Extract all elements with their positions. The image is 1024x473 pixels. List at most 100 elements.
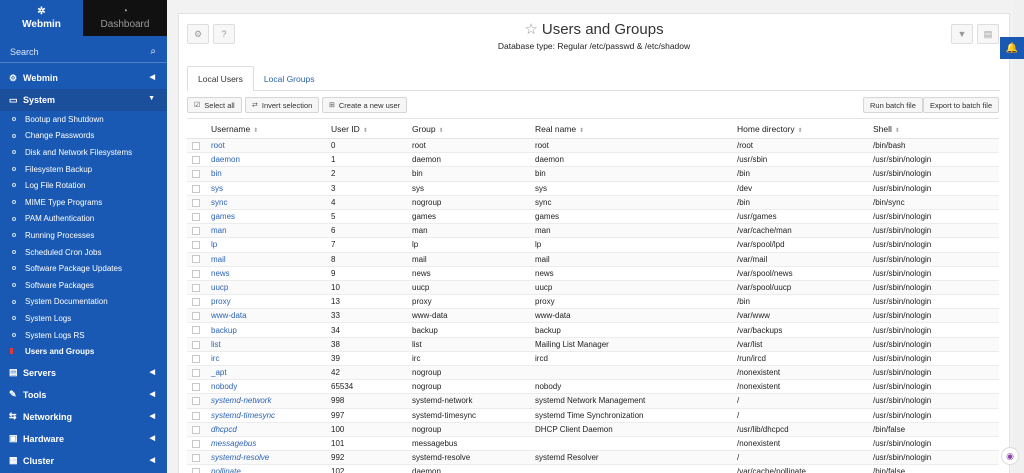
sidebar-item-label: System Documentation bbox=[25, 297, 108, 307]
table-body: root 0 root root/root/bin/bash daemon 1 daemon… bbox=[187, 138, 999, 473]
column-header[interactable]: Username ⬍ bbox=[209, 118, 329, 139]
search-icon[interactable]: ⌕ bbox=[150, 46, 156, 57]
tab-local-groups[interactable]: Local Groups bbox=[254, 66, 325, 91]
select-all-button[interactable]: ☑ Select all bbox=[187, 97, 242, 113]
cell-realname: www-data bbox=[533, 308, 735, 324]
sidebar-category[interactable]: ▦ Cluster ◀ bbox=[0, 450, 167, 472]
column-header[interactable]: Real name ⬍ bbox=[533, 118, 735, 139]
row-checkbox-cell bbox=[187, 252, 209, 267]
row-checkbox[interactable] bbox=[192, 454, 200, 463]
username-link[interactable]: systemd-network bbox=[209, 393, 329, 409]
row-checkbox[interactable] bbox=[192, 340, 200, 349]
username-link[interactable]: www-data bbox=[209, 308, 329, 324]
username-link[interactable]: daemon bbox=[209, 152, 329, 168]
filter-button[interactable]: ▼ bbox=[951, 24, 973, 44]
username-link[interactable]: lp bbox=[209, 237, 329, 253]
username-link[interactable]: dhcpcd bbox=[209, 422, 329, 437]
sidebar-category[interactable]: ▣ Hardware ◀ bbox=[0, 428, 167, 450]
row-checkbox[interactable] bbox=[192, 198, 200, 207]
sidebar-item-label: PAM Authentication bbox=[25, 214, 95, 224]
tab-local-users[interactable]: Local Users bbox=[187, 66, 254, 91]
username-link[interactable]: _apt bbox=[209, 365, 329, 381]
sidebar-item[interactable]: Scheduled Cron Jobs bbox=[0, 244, 167, 261]
sidebar-item[interactable]: System Documentation bbox=[0, 294, 167, 311]
sidebar-item[interactable]: System Logs RS bbox=[0, 327, 167, 344]
sidebar-category[interactable]: ⇆ Networking ◀ bbox=[0, 406, 167, 428]
sidebar-item[interactable]: MIME Type Programs bbox=[0, 194, 167, 211]
storage-button[interactable]: ▤ bbox=[977, 24, 999, 44]
username-link[interactable]: games bbox=[209, 209, 329, 225]
row-checkbox[interactable] bbox=[192, 411, 200, 420]
sidebar-category-webmin[interactable]: ⚙ Webmin ◀ bbox=[0, 67, 167, 89]
sidebar-item[interactable]: Users and Groups bbox=[0, 343, 167, 360]
row-checkbox[interactable] bbox=[192, 326, 200, 335]
page-scrollbar[interactable] bbox=[1013, 0, 1024, 473]
sidebar-category[interactable]: ✎ Tools ◀ bbox=[0, 384, 167, 406]
sidebar-item[interactable]: Log File Rotation bbox=[0, 177, 167, 194]
tab-webmin[interactable]: ✲ Webmin bbox=[0, 0, 83, 36]
username-link[interactable]: list bbox=[209, 337, 329, 352]
sidebar-item[interactable]: System Logs bbox=[0, 310, 167, 327]
sidebar-item[interactable]: Software Packages bbox=[0, 277, 167, 294]
row-checkbox[interactable] bbox=[192, 298, 200, 307]
row-checkbox[interactable] bbox=[192, 383, 200, 392]
username-link[interactable]: mail bbox=[209, 252, 329, 267]
username-link[interactable]: systemd-resolve bbox=[209, 450, 329, 466]
run-batch-button[interactable]: Run batch file bbox=[863, 97, 923, 113]
tab-dashboard[interactable]: ◔ Dashboard bbox=[83, 0, 167, 36]
row-checkbox[interactable] bbox=[192, 425, 200, 434]
sidebar-item-label: Scheduled Cron Jobs bbox=[25, 247, 102, 257]
sidebar-item[interactable]: Software Package Updates bbox=[0, 260, 167, 277]
username-link[interactable]: irc bbox=[209, 351, 329, 367]
username-link[interactable]: root bbox=[209, 138, 329, 154]
row-checkbox[interactable] bbox=[192, 156, 200, 165]
row-checkbox[interactable] bbox=[192, 184, 200, 193]
username-link[interactable]: bin bbox=[209, 166, 329, 182]
username-link[interactable]: proxy bbox=[209, 294, 329, 310]
row-checkbox[interactable] bbox=[192, 241, 200, 250]
username-link[interactable]: news bbox=[209, 266, 329, 281]
sidebar-item[interactable]: PAM Authentication bbox=[0, 211, 167, 228]
cell-home: /var/cache/pollinate bbox=[735, 464, 871, 473]
sidebar-item[interactable]: Bootup and Shutdown bbox=[0, 111, 167, 128]
sidebar-item[interactable]: Change Passwords bbox=[0, 128, 167, 145]
row-checkbox[interactable] bbox=[192, 227, 200, 236]
username-link[interactable]: sys bbox=[209, 181, 329, 196]
sidebar-item[interactable]: Disk and Network Filesystems bbox=[0, 144, 167, 161]
username-link[interactable]: systemd-timesync bbox=[209, 408, 329, 423]
sidebar-item[interactable]: Running Processes bbox=[0, 227, 167, 244]
row-checkbox[interactable] bbox=[192, 439, 200, 448]
row-checkbox[interactable] bbox=[192, 397, 200, 406]
username-link[interactable]: backup bbox=[209, 322, 329, 338]
row-checkbox[interactable] bbox=[192, 468, 200, 473]
username-link[interactable]: sync bbox=[209, 195, 329, 210]
create-user-button[interactable]: ⊞ Create a new user bbox=[322, 97, 408, 113]
export-batch-button[interactable]: Export to batch file bbox=[923, 97, 1000, 113]
username-link[interactable]: messagebus bbox=[209, 436, 329, 452]
row-checkbox[interactable] bbox=[192, 141, 200, 150]
sidebar-category[interactable]: ▤ Servers ◀ bbox=[0, 362, 167, 384]
row-checkbox[interactable] bbox=[192, 170, 200, 179]
column-header[interactable]: Home directory ⬍ bbox=[735, 118, 871, 139]
column-header[interactable]: Group ⬍ bbox=[410, 118, 533, 139]
invert-selection-button[interactable]: ⇄ Invert selection bbox=[245, 97, 320, 113]
column-header[interactable]: Shell ⬍ bbox=[871, 118, 999, 139]
sidebar-category-system[interactable]: ▭ System ▼ bbox=[0, 89, 167, 111]
row-checkbox[interactable] bbox=[192, 269, 200, 278]
row-checkbox[interactable] bbox=[192, 312, 200, 321]
username-link[interactable]: uucp bbox=[209, 280, 329, 296]
cell-home: /var/list bbox=[735, 337, 871, 352]
notifications-button[interactable]: 🔔 bbox=[1000, 37, 1024, 59]
username-link[interactable]: pollinate bbox=[209, 464, 329, 473]
row-checkbox[interactable] bbox=[192, 354, 200, 363]
username-link[interactable]: man bbox=[209, 223, 329, 239]
username-link[interactable]: nobody bbox=[209, 379, 329, 395]
column-header[interactable]: User ID ⬍ bbox=[329, 118, 410, 139]
row-checkbox[interactable] bbox=[192, 255, 200, 264]
sidebar-item[interactable]: Filesystem Backup bbox=[0, 161, 167, 178]
row-checkbox[interactable] bbox=[192, 283, 200, 292]
search-input[interactable] bbox=[0, 41, 167, 63]
star-icon[interactable]: ☆ bbox=[524, 21, 537, 38]
row-checkbox[interactable] bbox=[192, 368, 200, 377]
row-checkbox[interactable] bbox=[192, 212, 200, 221]
